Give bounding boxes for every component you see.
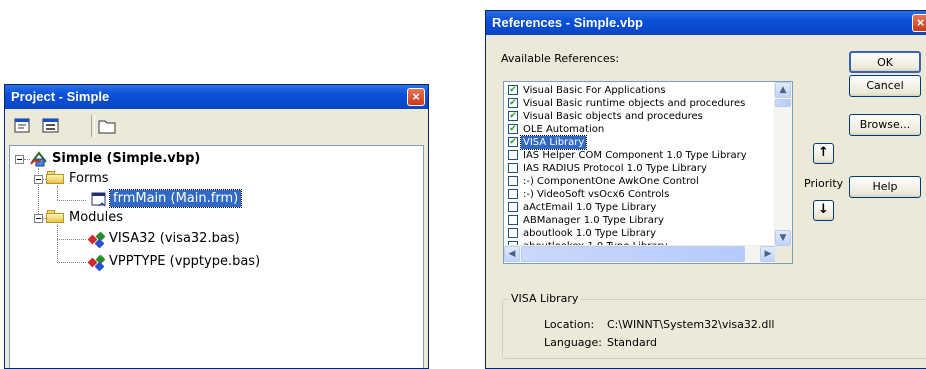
reference-label: aActEmail 1.0 Type Library: [523, 202, 657, 213]
module-node[interactable]: VISA32 (visa32.bas): [109, 231, 240, 246]
browse-button[interactable]: Browse...: [849, 114, 921, 136]
priority-down-button[interactable]: ↓: [813, 200, 834, 221]
project-root-node[interactable]: Simple (Simple.vbp): [52, 151, 200, 166]
reference-checkbox[interactable]: [508, 163, 518, 173]
reference-label: Visual Basic runtime objects and procedu…: [523, 98, 746, 109]
root-collapse-toggle[interactable]: [15, 155, 24, 164]
reference-checkbox[interactable]: ✔: [508, 124, 518, 134]
project-icon: [30, 151, 47, 167]
priority-up-button[interactable]: ↑: [813, 143, 834, 164]
reference-checkbox[interactable]: [508, 202, 518, 212]
project-tree[interactable]: Simple (Simple.vbp) Forms frmMain (Main.…: [9, 145, 424, 368]
location-value: C:\WINNT\System32\visa32.dll: [607, 318, 775, 331]
modules-collapse-toggle[interactable]: [34, 214, 43, 223]
toolbar-separator: [91, 115, 95, 137]
modules-folder-node[interactable]: Modules: [69, 210, 123, 225]
reference-checkbox[interactable]: ✔: [508, 98, 518, 108]
reference-label: Visual Basic For Applications: [523, 85, 666, 96]
references-dialog-title: References - Simple.vbp: [492, 15, 643, 30]
reference-label: IAS Helper COM Component 1.0 Type Librar…: [523, 150, 747, 161]
reference-info-title: VISA Library: [508, 292, 582, 305]
reference-checkbox[interactable]: ✔: [508, 85, 518, 95]
ok-button[interactable]: OK: [849, 51, 921, 73]
language-label: Language:: [544, 336, 602, 349]
project-close-button[interactable]: ×: [407, 88, 425, 106]
reference-checkbox[interactable]: [508, 228, 518, 238]
scroll-up-arrow[interactable]: ▲: [775, 82, 791, 98]
folder-icon: [46, 210, 64, 223]
project-window-title: Project - Simple: [11, 89, 110, 104]
view-code-button[interactable]: [13, 116, 33, 136]
location-label: Location:: [544, 318, 595, 331]
reference-label: :-) ComponentOne AwkOne Control: [523, 176, 699, 187]
reference-label: OLE Automation: [523, 124, 605, 135]
toggle-folders-button[interactable]: [97, 116, 117, 136]
horizontal-scroll-thumb[interactable]: [521, 246, 745, 262]
cancel-button[interactable]: Cancel: [849, 75, 921, 97]
reference-checkbox[interactable]: [508, 215, 518, 225]
scroll-left-arrow[interactable]: ◀: [504, 246, 520, 262]
reference-checkbox[interactable]: [508, 176, 518, 186]
folder-icon: [46, 171, 64, 184]
form-icon: [91, 192, 106, 207]
module-node[interactable]: VPPTYPE (vpptype.bas): [109, 254, 260, 269]
language-value: Standard: [607, 336, 658, 349]
reference-label: aboutlook 1.0 Type Library: [523, 228, 657, 239]
forms-folder-node[interactable]: Forms: [69, 171, 109, 186]
horizontal-scrollbar[interactable]: ◀ ▶: [504, 245, 776, 263]
references-dialog: References - Simple.vbp × Available Refe…: [485, 10, 926, 369]
reference-label: VISA Library: [519, 135, 588, 150]
reference-checkbox[interactable]: [508, 189, 518, 199]
reference-checkbox[interactable]: [508, 150, 518, 160]
reference-label: Visual Basic objects and procedures: [523, 111, 703, 122]
references-close-button[interactable]: ×: [912, 14, 926, 32]
priority-label: Priority: [804, 177, 844, 190]
project-title-bar[interactable]: Project - Simple ×: [5, 85, 428, 109]
references-title-bar[interactable]: References - Simple.vbp ×: [486, 11, 926, 35]
view-object-icon: [42, 118, 59, 133]
reference-checkbox[interactable]: ✔: [508, 137, 518, 147]
reference-label: ABManager 1.0 Type Library: [523, 215, 664, 226]
forms-collapse-toggle[interactable]: [34, 175, 43, 184]
help-button[interactable]: Help: [849, 176, 921, 198]
module-icon: [87, 254, 106, 272]
project-explorer-window: Project - Simple × Simple (Simple.vbp) F…: [4, 84, 429, 369]
view-object-button[interactable]: [41, 116, 61, 136]
scroll-down-arrow[interactable]: ▼: [775, 230, 791, 246]
toggle-folders-icon: [98, 120, 116, 134]
reference-label: IAS RADIUS Protocol 1.0 Type Library: [523, 163, 707, 174]
module-icon: [87, 231, 106, 249]
references-list[interactable]: ✔ Visual Basic For Applications ✔ Visual Ba…: [503, 81, 793, 264]
vertical-scroll-thumb[interactable]: [775, 99, 791, 107]
form-main-node[interactable]: frmMain (Main.frm): [108, 189, 243, 208]
vertical-scrollbar[interactable]: ▲ ▼: [774, 82, 792, 246]
view-code-icon: [14, 118, 30, 133]
scroll-right-arrow[interactable]: ▶: [760, 246, 776, 262]
available-references-label: Available References:: [501, 52, 620, 65]
reference-label: :-) VideoSoft vsOcx6 Controls: [523, 189, 670, 200]
reference-checkbox[interactable]: ✔: [508, 111, 518, 121]
